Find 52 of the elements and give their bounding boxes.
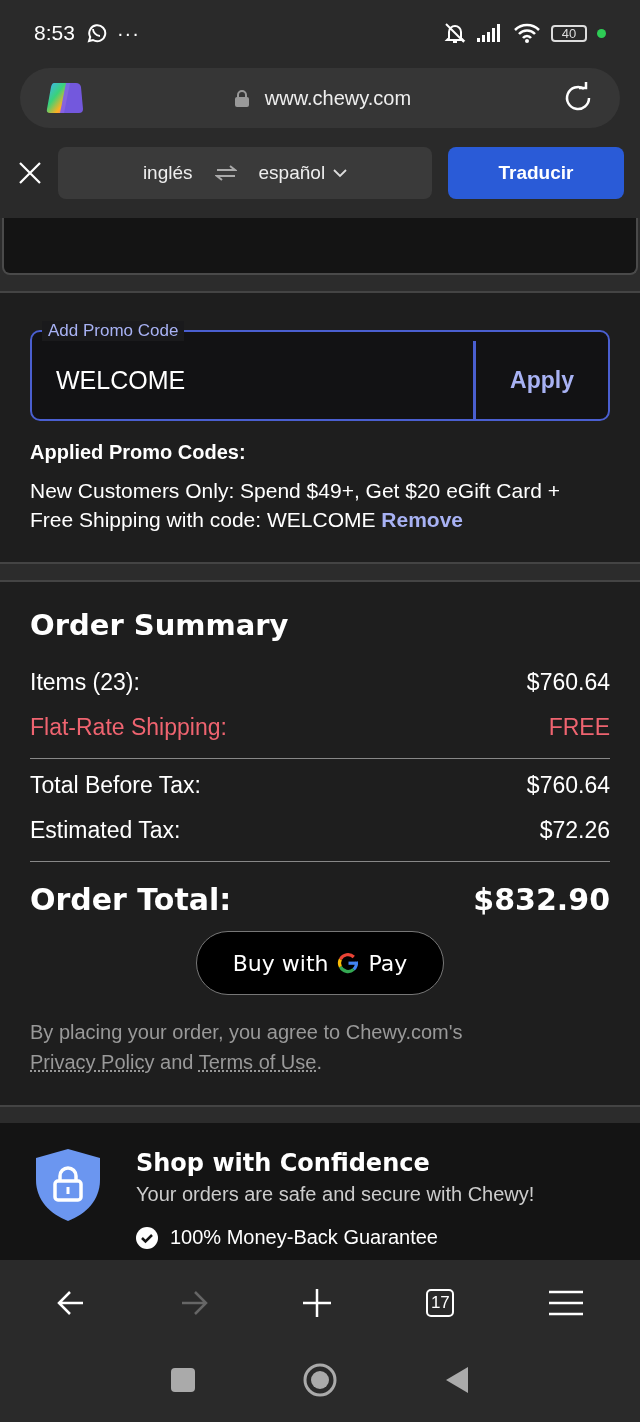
translate-button[interactable]: Traducir <box>448 147 624 199</box>
summary-value: FREE <box>548 713 610 742</box>
back-triangle-icon[interactable] <box>445 1365 469 1394</box>
summary-value: $72.26 <box>539 816 610 845</box>
order-total-value: $832.90 <box>473 882 610 917</box>
guarantee-text: 100% Money-Back Guarantee <box>170 1226 438 1249</box>
g-logo-icon <box>336 951 361 975</box>
terms-link[interactable]: Terms of Use <box>198 1051 317 1073</box>
summary-value: $760.64 <box>526 668 610 697</box>
order-summary-title: Order Summary <box>30 608 290 642</box>
url-text: www.chewy.com <box>264 86 412 110</box>
summary-label: Estimated Tax: <box>30 816 181 845</box>
muted-bell-icon <box>443 21 467 45</box>
apply-button[interactable]: Apply <box>473 341 608 419</box>
close-icon[interactable] <box>18 161 42 185</box>
source-language[interactable]: inglés <box>142 162 193 184</box>
google-pay-button[interactable]: Buy with Pay <box>195 931 445 995</box>
battery-level: 40 <box>551 24 587 42</box>
confidence-subtitle: Your orders are safe and secure with Chewy! <box>136 1183 535 1206</box>
summary-value: $760.64 <box>526 771 610 800</box>
applied-code-text: New Customers Only: Spend $49+, Get $20 eGift Card + Free Shipping with code: WELCOME Remove <box>30 478 561 533</box>
menu-icon[interactable] <box>548 1289 583 1316</box>
target-language[interactable]: español <box>258 162 326 184</box>
summary-label: Items (23): <box>30 668 140 697</box>
summary-label: Total Before Tax: <box>30 771 201 800</box>
privacy-dot <box>597 28 606 38</box>
shield-lock-icon <box>36 1149 100 1221</box>
chevron-down-icon[interactable] <box>333 168 348 178</box>
address-bar[interactable]: www.chewy.com <box>20 68 620 128</box>
wifi-icon <box>513 23 541 43</box>
back-icon[interactable] <box>57 1288 86 1317</box>
confidence-title: Shop with Confidence <box>136 1149 431 1177</box>
legal-notice: By placing your order, you agree to Chewy.com's Privacy Policy and Terms of Use. <box>30 1020 464 1075</box>
promo-code-field[interactable]: Add Promo Code WELCOME Apply <box>30 321 610 421</box>
language-selector[interactable]: inglés español <box>58 147 432 199</box>
lock-icon <box>234 89 249 107</box>
more-notifications: ··· <box>116 21 140 45</box>
tab-count[interactable]: 17 <box>426 1288 455 1317</box>
privacy-policy-link[interactable]: Privacy Policy <box>30 1051 155 1073</box>
signal-icon <box>477 24 503 42</box>
summary-label: Flat-Rate Shipping: <box>30 713 227 742</box>
order-total-label: Order Total: <box>30 882 232 917</box>
remove-link[interactable]: Remove <box>381 508 464 531</box>
applied-codes-heading: Applied Promo Codes: <box>30 441 247 464</box>
swap-icon[interactable] <box>214 165 237 181</box>
field-label: Add Promo Code <box>42 321 185 341</box>
home-icon[interactable] <box>303 1362 337 1397</box>
plus-icon[interactable] <box>301 1287 332 1318</box>
check-circle-icon <box>136 1226 158 1249</box>
recents-icon[interactable] <box>171 1367 195 1392</box>
assistant-logo-icon[interactable] <box>46 81 84 115</box>
clock: 8:53 <box>34 21 75 45</box>
